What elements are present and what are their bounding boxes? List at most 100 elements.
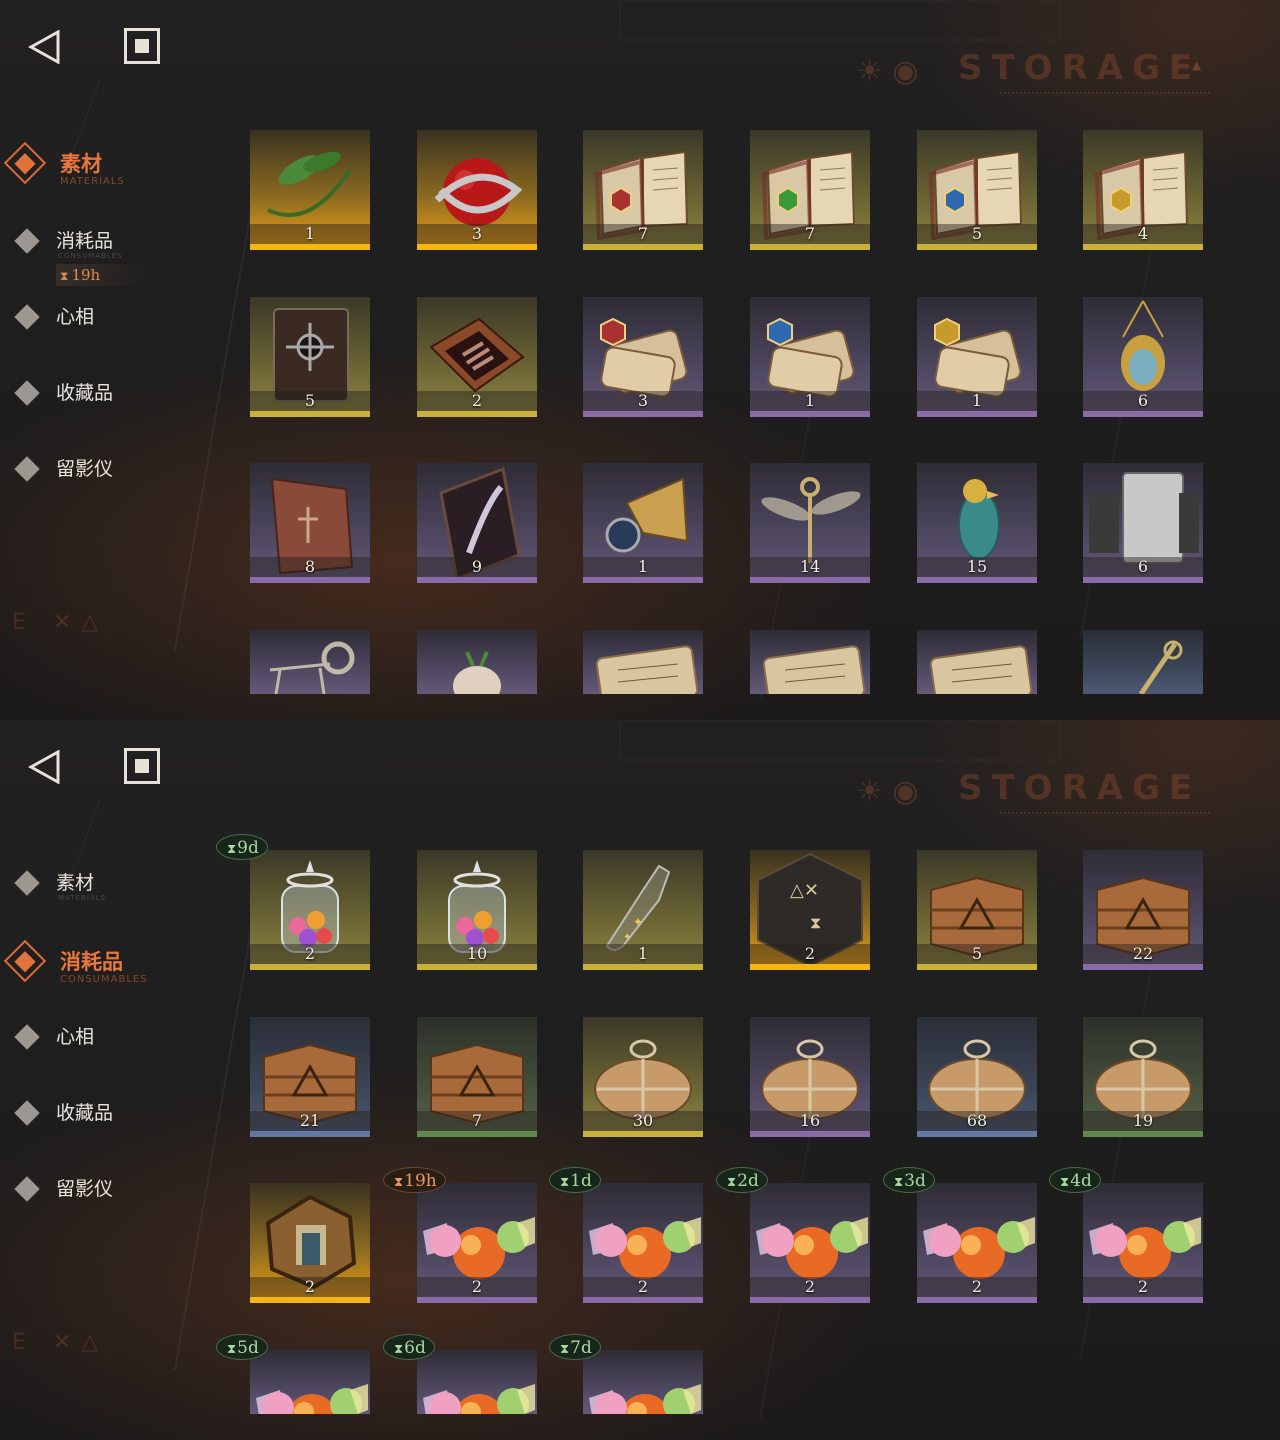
sidebar-item-label: 留影仪 bbox=[56, 1178, 114, 1200]
inventory-slot[interactable]: 1 bbox=[750, 297, 870, 417]
rarity-bar bbox=[417, 244, 537, 250]
item-count: 2 bbox=[971, 1277, 983, 1296]
inventory-slot[interactable]: ⧗5d bbox=[216, 1334, 370, 1414]
sidebar-item-3[interactable]: 收藏品 bbox=[14, 1092, 218, 1142]
inventory-slot[interactable]: 2 ⧗3d bbox=[883, 1167, 1037, 1303]
inventory-slot[interactable]: 68 bbox=[917, 1017, 1037, 1137]
inventory-slot[interactable]: ⧗7d bbox=[549, 1334, 703, 1414]
hourglass-icon: ⧗ bbox=[227, 1342, 237, 1357]
inventory-slot[interactable] bbox=[1083, 630, 1203, 694]
inventory-slot[interactable]: 4 bbox=[1083, 130, 1203, 250]
inventory-slot[interactable]: 2 bbox=[417, 297, 537, 417]
inventory-slot[interactable]: ⧗6d bbox=[383, 1334, 537, 1414]
sidebar-item-label: 消耗品 bbox=[60, 950, 123, 974]
expiry-timer-text: 2d bbox=[737, 1171, 759, 1191]
item-count: 1 bbox=[637, 944, 649, 963]
expiry-timer-badge: ⧗19h bbox=[383, 1167, 446, 1193]
corner-glyph-icon: E ✕△ bbox=[12, 610, 109, 635]
diamond-icon bbox=[14, 380, 40, 406]
rarity-bar bbox=[417, 577, 537, 583]
svg-text:△✕: △✕ bbox=[790, 880, 819, 901]
hourglass-icon: ⧗ bbox=[560, 1342, 570, 1357]
sidebar-item-4[interactable]: 留影仪 bbox=[14, 1168, 218, 1218]
sidebar-item-label: 收藏品 bbox=[56, 382, 114, 404]
inventory-slot[interactable]: 21 bbox=[250, 1017, 370, 1137]
slot-background bbox=[917, 630, 1037, 694]
sidebar-item-sublabel: MATERIALS bbox=[58, 894, 107, 902]
home-icon[interactable] bbox=[124, 748, 160, 784]
inventory-slot[interactable]: 2 ⧗19h bbox=[383, 1167, 537, 1303]
expiry-timer-badge: ⧗1d bbox=[549, 1167, 601, 1193]
sidebar-item-4[interactable]: 留影仪 bbox=[14, 448, 218, 498]
ornate-staff-icon bbox=[1138, 640, 1183, 694]
inventory-slot[interactable]: 2 ⧗9d bbox=[216, 834, 370, 970]
rarity-bar bbox=[583, 244, 703, 250]
inventory-slot[interactable]: 10 bbox=[417, 850, 537, 970]
consumables-timer: ⧗ 19h bbox=[56, 264, 148, 286]
inventory-slot[interactable]: 2 bbox=[250, 1183, 370, 1303]
sidebar-item-3[interactable]: 收藏品 bbox=[14, 372, 218, 422]
inventory-slot[interactable]: 1 bbox=[250, 130, 370, 250]
inventory-slot[interactable] bbox=[250, 630, 370, 694]
triangle-icon: ▲ bbox=[1192, 58, 1202, 72]
inventory-slot[interactable]: 1 bbox=[917, 297, 1037, 417]
sidebar-item-1[interactable]: 消耗品 CONSUMABLES bbox=[14, 220, 218, 270]
sidebar-item-1[interactable]: 消耗品 CONSUMABLES bbox=[3, 939, 218, 990]
inventory-slot[interactable]: 5 bbox=[917, 130, 1037, 250]
inventory-slot[interactable]: △✕ ⧗ 2 bbox=[750, 850, 870, 970]
inventory-slot[interactable] bbox=[417, 630, 537, 694]
rarity-bar bbox=[750, 411, 870, 417]
inventory-slot[interactable] bbox=[583, 630, 703, 694]
inventory-slot[interactable]: 7 bbox=[583, 130, 703, 250]
rarity-bar bbox=[417, 1297, 537, 1303]
rarity-bar bbox=[1083, 577, 1203, 583]
expiry-timer-badge: ⧗5d bbox=[216, 1334, 268, 1360]
inventory-slot[interactable]: 30 bbox=[583, 1017, 703, 1137]
inventory-slot[interactable]: 7 bbox=[750, 130, 870, 250]
rarity-bar bbox=[250, 577, 370, 583]
inventory-slot[interactable]: ✦ ✦ 1 bbox=[583, 850, 703, 970]
back-icon[interactable] bbox=[28, 750, 62, 784]
inventory-slot[interactable]: 2 ⧗4d bbox=[1049, 1167, 1203, 1303]
inventory-slot[interactable]: 9 bbox=[417, 463, 537, 583]
expiry-timer-badge: ⧗3d bbox=[883, 1167, 935, 1193]
inventory-slot[interactable]: 1 bbox=[583, 463, 703, 583]
item-count: 22 bbox=[1132, 944, 1154, 963]
wrapped-candies-icon bbox=[423, 1384, 535, 1414]
inventory-slot[interactable]: 19 bbox=[1083, 1017, 1203, 1137]
inventory-slot[interactable]: 3 bbox=[417, 130, 537, 250]
inventory-slot[interactable]: 3 bbox=[583, 297, 703, 417]
inventory-slot[interactable]: 15 bbox=[917, 463, 1037, 583]
sidebar-item-2[interactable]: 心相 bbox=[14, 1016, 218, 1066]
diamond-icon bbox=[14, 228, 40, 254]
inventory-slot[interactable] bbox=[917, 630, 1037, 694]
back-icon[interactable] bbox=[28, 30, 62, 64]
home-icon[interactable] bbox=[124, 28, 160, 64]
svg-text:✦: ✦ bbox=[633, 915, 643, 929]
svg-text:⧗: ⧗ bbox=[810, 913, 821, 932]
inventory-slot[interactable]: 7 bbox=[417, 1017, 537, 1137]
item-count: 3 bbox=[471, 224, 483, 243]
sidebar-item-0[interactable]: 素材 MATERIALS bbox=[3, 141, 218, 192]
item-count: 8 bbox=[304, 557, 316, 576]
rarity-bar bbox=[750, 244, 870, 250]
sidebar-item-2[interactable]: 心相 bbox=[14, 296, 218, 346]
inventory-slot[interactable]: 8 bbox=[250, 463, 370, 583]
rarity-bar bbox=[250, 411, 370, 417]
inventory-slot[interactable]: 2 ⧗2d bbox=[716, 1167, 870, 1303]
inventory-slot[interactable]: 14 bbox=[750, 463, 870, 583]
item-count: 5 bbox=[304, 391, 316, 410]
item-count: 7 bbox=[804, 224, 816, 243]
inventory-slot[interactable]: 16 bbox=[750, 1017, 870, 1137]
inventory-slot[interactable]: 5 bbox=[917, 850, 1037, 970]
item-count: 5 bbox=[971, 224, 983, 243]
inventory-slot[interactable]: 5 bbox=[250, 297, 370, 417]
inventory-slot[interactable]: 6 bbox=[1083, 297, 1203, 417]
inventory-slot[interactable]: 6 bbox=[1083, 463, 1203, 583]
rarity-bar bbox=[917, 1131, 1037, 1137]
inventory-slot[interactable]: 22 bbox=[1083, 850, 1203, 970]
inventory-slot[interactable]: 2 ⧗1d bbox=[549, 1167, 703, 1303]
sidebar-item-sublabel: CONSUMABLES bbox=[58, 252, 123, 260]
inventory-slot[interactable] bbox=[750, 630, 870, 694]
sidebar-item-0[interactable]: 素材 MATERIALS bbox=[14, 862, 218, 912]
